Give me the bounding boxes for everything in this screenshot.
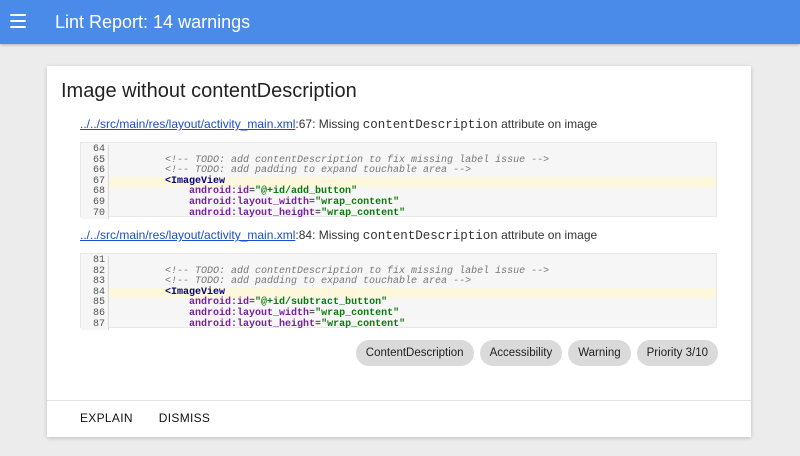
- hamburger-menu-icon[interactable]: [10, 14, 26, 28]
- app-title: Lint Report: 14 warnings: [55, 12, 251, 32]
- code-comment: <!-- TODO: add padding to expand touchab…: [165, 276, 472, 288]
- issue-suffix: attribute on image: [497, 117, 598, 131]
- code-attr: android:layout_height: [189, 318, 316, 330]
- code-value: "@+id/subtract_button": [255, 297, 388, 309]
- code-value: "wrap_content": [315, 196, 400, 208]
- card-actions: EXPLAIN DISMISS: [80, 411, 210, 425]
- line-number: 86: [81, 308, 109, 320]
- code-line: 87 android:layout_height="wrap_content": [81, 318, 716, 331]
- issue-suffix: attribute on image: [497, 228, 598, 242]
- issue-location-1: ../../src/main/res/layout/activity_main.…: [80, 117, 597, 132]
- explain-button[interactable]: EXPLAIN: [80, 411, 133, 425]
- dismiss-button[interactable]: DISMISS: [159, 411, 210, 425]
- code-snippet-2: 81 82 <!-- TODO: add contentDescription …: [80, 253, 717, 331]
- code-comment: <!-- TODO: add contentDescription to fix…: [165, 265, 550, 277]
- code-attr: android:layout_width: [189, 196, 310, 208]
- line-number: 87: [81, 319, 109, 331]
- app-bar: Lint Report: 14 warnings: [0, 0, 800, 44]
- line-number: 70: [81, 208, 109, 220]
- line-number: 81: [81, 255, 109, 267]
- code-attr: android:id: [189, 297, 250, 309]
- code-snippet-1: 64 65 <!-- TODO: add contentDescription …: [80, 142, 717, 220]
- chip-contentdescription[interactable]: ContentDescription: [355, 340, 474, 366]
- code-comment: <!-- TODO: add contentDescription to fix…: [165, 154, 550, 166]
- issue-location-2: ../../src/main/res/layout/activity_main.…: [80, 228, 597, 243]
- code-value: "wrap_content": [321, 207, 406, 219]
- code-value: "wrap_content": [321, 318, 406, 330]
- line-number: 69: [81, 197, 109, 209]
- issue-code-term: contentDescription: [362, 118, 498, 132]
- file-link-1[interactable]: ../../src/main/res/layout/activity_main.…: [80, 117, 295, 131]
- chip-priority[interactable]: Priority 3/10: [636, 340, 718, 366]
- code-attr: android:layout_height: [189, 207, 316, 219]
- code-value: "wrap_content": [315, 307, 400, 319]
- issue-tags: ContentDescription Accessibility Warning…: [355, 340, 718, 366]
- code-attr: android:layout_width: [189, 307, 310, 319]
- issue-title: Image without contentDescription: [61, 80, 357, 102]
- file-link-2[interactable]: ../../src/main/res/layout/activity_main.…: [80, 228, 295, 242]
- code-comment: <!-- TODO: add padding to expand touchab…: [165, 165, 472, 177]
- card-divider: [47, 400, 751, 401]
- code-text: android:layout_height="wrap_content": [189, 207, 406, 219]
- code-attr: android:id: [189, 186, 250, 198]
- issue-location-text: :84: Missing: [295, 228, 363, 242]
- issue-card: Image without contentDescription ../../s…: [47, 66, 751, 437]
- issue-location-text: :67: Missing: [295, 117, 363, 131]
- code-line: 70 android:layout_height="wrap_content": [81, 207, 716, 220]
- chip-accessibility[interactable]: Accessibility: [479, 340, 563, 366]
- code-value: "@+id/add_button": [255, 186, 358, 198]
- issue-code-term: contentDescription: [362, 229, 498, 243]
- code-text: android:layout_height="wrap_content": [189, 318, 406, 330]
- line-number: 64: [81, 144, 109, 156]
- chip-warning[interactable]: Warning: [568, 340, 631, 366]
